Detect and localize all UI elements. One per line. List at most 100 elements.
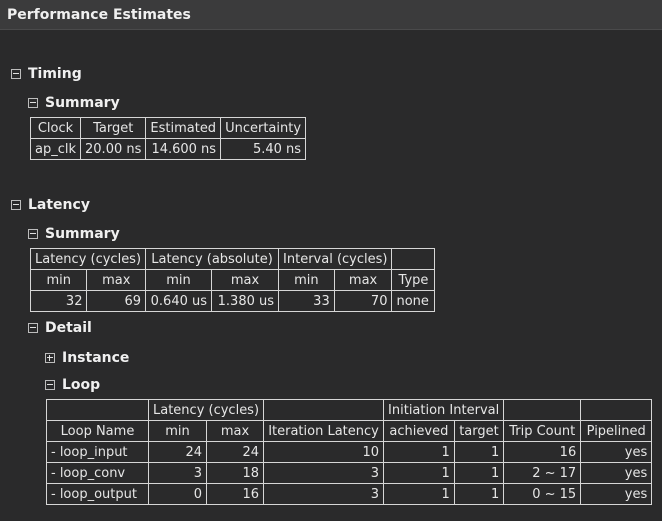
table-cell: 16 <box>503 441 582 463</box>
table-cell: 33 <box>278 290 335 312</box>
latency-heading: Latency <box>28 197 90 213</box>
panel-title-bar: Performance Estimates <box>0 0 662 30</box>
timing-section-header[interactable]: Timing <box>11 66 82 82</box>
table-cell: - loop_conv <box>46 462 149 484</box>
latency-summary-heading: Summary <box>45 226 120 242</box>
table-row: - loop_output 0 16 3 1 1 0 ~ 15 yes <box>46 483 653 505</box>
table-header-row: Clock Target Estimated Uncertainty <box>29 117 307 139</box>
column-header: max <box>333 269 393 291</box>
timing-summary-table: Clock Target Estimated Uncertainty ap_cl… <box>29 117 307 160</box>
table-cell: 1 <box>383 462 455 484</box>
collapse-icon[interactable] <box>45 380 55 390</box>
table-cell: - loop_input <box>46 441 149 463</box>
table-cell: yes <box>580 441 653 463</box>
column-header: max <box>211 269 280 291</box>
detail-heading: Detail <box>45 320 92 336</box>
column-header: Trip Count <box>503 420 582 442</box>
table-cell: none <box>391 290 436 312</box>
table-cell: 1.380 us <box>211 290 280 312</box>
empty-header-cell <box>503 399 582 421</box>
table-cell: 3 <box>263 462 385 484</box>
table-group-header-row: Latency (cycles) Initiation Interval <box>46 399 653 421</box>
column-header: min <box>147 420 208 442</box>
column-header: Uncertainty <box>220 117 307 139</box>
column-header: Estimated <box>145 117 222 139</box>
empty-header-cell <box>263 399 385 421</box>
empty-header-cell <box>391 248 436 270</box>
table-cell: 69 <box>86 290 147 312</box>
collapse-icon[interactable] <box>28 98 38 108</box>
group-header: Latency (cycles) <box>147 399 265 421</box>
table-cell: 20.00 ns <box>80 138 147 160</box>
collapse-icon[interactable] <box>28 323 38 333</box>
expand-icon[interactable] <box>45 353 55 363</box>
column-header: min <box>145 269 213 291</box>
table-row: - loop_conv 3 18 3 1 1 2 ~ 17 yes <box>46 462 653 484</box>
column-header: Pipelined <box>580 420 653 442</box>
collapse-icon[interactable] <box>11 69 21 79</box>
empty-header-cell <box>46 399 149 421</box>
table-cell: 16 <box>206 483 265 505</box>
table-cell: 1 <box>453 483 505 505</box>
collapse-icon[interactable] <box>11 200 21 210</box>
column-header: min <box>29 269 88 291</box>
latency-section-header[interactable]: Latency <box>11 197 90 213</box>
group-header: Latency (cycles) <box>29 248 147 270</box>
column-header: Type <box>391 269 436 291</box>
empty-header-cell <box>580 399 653 421</box>
group-header: Latency (absolute) <box>145 248 280 270</box>
table-cell: 3 <box>147 462 208 484</box>
latency-summary-header[interactable]: Summary <box>28 226 120 242</box>
table-cell: 1 <box>383 483 455 505</box>
column-header: max <box>206 420 265 442</box>
table-group-header-row: Latency (cycles) Latency (absolute) Inte… <box>29 248 436 270</box>
group-header: Initiation Interval <box>383 399 505 421</box>
table-row: 32 69 0.640 us 1.380 us 33 70 none <box>29 290 436 312</box>
table-cell: 0 ~ 15 <box>503 483 582 505</box>
table-cell: 18 <box>206 462 265 484</box>
table-cell: 0.640 us <box>145 290 213 312</box>
table-cell: ap_clk <box>29 138 82 160</box>
panel-title: Performance Estimates <box>7 7 191 23</box>
table-header-row: min max min max min max Type <box>29 269 436 291</box>
loop-heading: Loop <box>62 377 101 393</box>
collapse-icon[interactable] <box>28 229 38 239</box>
table-row: ap_clk 20.00 ns 14.600 ns 5.40 ns <box>29 138 307 160</box>
loop-header[interactable]: Loop <box>45 377 100 393</box>
table-cell: 2 ~ 17 <box>503 462 582 484</box>
loop-table: Latency (cycles) Initiation Interval Loo… <box>46 399 653 505</box>
timing-summary-heading: Summary <box>45 95 120 111</box>
instance-heading: Instance <box>62 350 130 366</box>
group-header: Interval (cycles) <box>278 248 393 270</box>
column-header: target <box>453 420 505 442</box>
table-cell: 24 <box>147 441 208 463</box>
latency-summary-table: Latency (cycles) Latency (absolute) Inte… <box>29 248 436 312</box>
table-cell: 1 <box>383 441 455 463</box>
table-cell: 32 <box>29 290 88 312</box>
timing-heading: Timing <box>28 66 82 82</box>
table-cell: 14.600 ns <box>145 138 222 160</box>
column-header: Clock <box>29 117 82 139</box>
latency-detail-header[interactable]: Detail <box>28 320 92 336</box>
table-cell: 3 <box>263 483 385 505</box>
table-cell: 5.40 ns <box>220 138 307 160</box>
table-header-row: Loop Name min max Iteration Latency achi… <box>46 420 653 442</box>
table-cell: 24 <box>206 441 265 463</box>
column-header: achieved <box>383 420 455 442</box>
table-cell: 70 <box>333 290 393 312</box>
column-header: max <box>86 269 147 291</box>
instance-header[interactable]: Instance <box>45 350 129 366</box>
table-cell: 1 <box>453 462 505 484</box>
table-row: - loop_input 24 24 10 1 1 16 yes <box>46 441 653 463</box>
column-header: Iteration Latency <box>263 420 385 442</box>
table-cell: 10 <box>263 441 385 463</box>
table-cell: yes <box>580 483 653 505</box>
table-cell: - loop_output <box>46 483 149 505</box>
table-cell: 0 <box>147 483 208 505</box>
table-cell: yes <box>580 462 653 484</box>
column-header: min <box>278 269 335 291</box>
timing-summary-header[interactable]: Summary <box>28 95 120 111</box>
table-cell: 1 <box>453 441 505 463</box>
column-header: Target <box>80 117 147 139</box>
column-header: Loop Name <box>46 420 149 442</box>
